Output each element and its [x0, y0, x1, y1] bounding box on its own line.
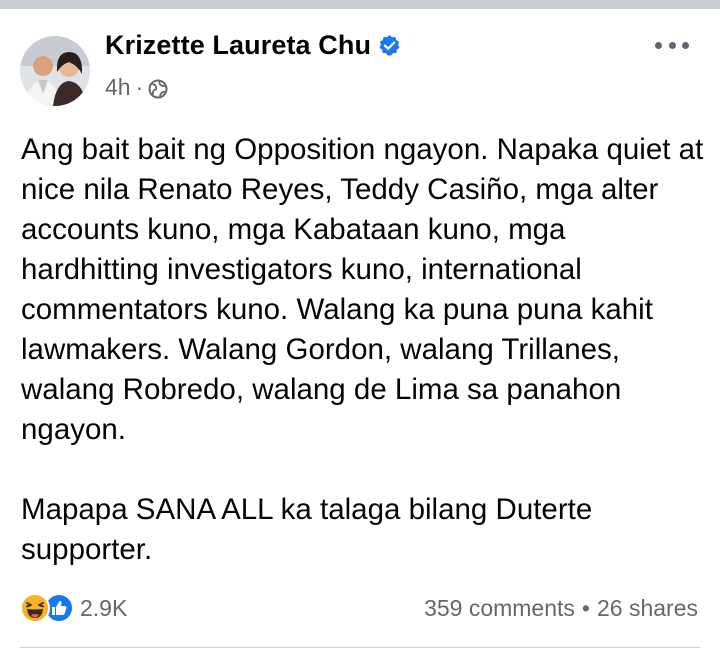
- engagement-stats: 359 comments • 26 shares: [424, 595, 698, 622]
- haha-emoji-icon: [20, 593, 50, 623]
- reaction-count[interactable]: 2.9K: [80, 595, 127, 622]
- comments-count[interactable]: 359 comments: [424, 595, 575, 622]
- top-border-strip: [0, 0, 720, 9]
- post-meta: 4h ·: [105, 74, 168, 101]
- footer-divider: [20, 647, 700, 648]
- post-body: Ang bait bait ng Opposition ngayon. Napa…: [21, 130, 711, 570]
- reaction-icons: [20, 593, 76, 623]
- shares-count[interactable]: 26 shares: [597, 595, 698, 622]
- post-paragraph-1: Ang bait bait ng Opposition ngayon. Napa…: [21, 133, 704, 446]
- avatar-photo-icon: [20, 36, 90, 106]
- verified-badge-icon: [378, 34, 401, 57]
- more-options-icon[interactable]: [655, 35, 689, 55]
- post-paragraph-2: Mapapa SANA ALL ka talaga bilang Duterte…: [21, 493, 593, 566]
- stats-separator: •: [581, 595, 590, 621]
- author-avatar[interactable]: [20, 36, 90, 106]
- author-line: Krizette Laureta Chu: [105, 30, 401, 61]
- author-name[interactable]: Krizette Laureta Chu: [105, 30, 371, 61]
- globe-public-icon[interactable]: [148, 78, 168, 98]
- facebook-post-card: Krizette Laureta Chu 4h · Ang bait bait …: [0, 9, 720, 656]
- reactions-summary[interactable]: 2.9K: [20, 593, 127, 623]
- meta-separator: ·: [135, 74, 144, 100]
- post-timestamp[interactable]: 4h: [105, 74, 131, 101]
